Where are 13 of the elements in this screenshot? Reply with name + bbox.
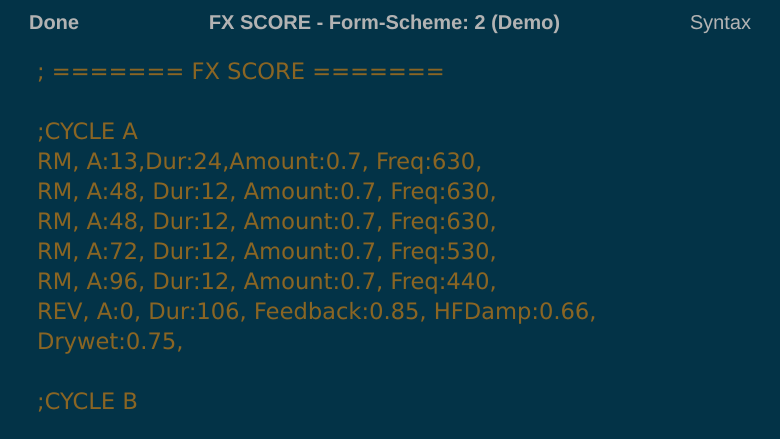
code-line: REV, A:0, Dur:106, Feedback:0.85, HFDamp:0.66,: [37, 298, 598, 327]
code-line: RM, A:13,Dur:24,Amount:0.7, Freq:630,: [37, 148, 484, 177]
code-line: Drywet:0.75,: [37, 328, 184, 357]
code-line: RM, A:48, Dur:12, Amount:0.7, Freq:630,: [37, 178, 498, 207]
code-line: ;CYCLE A: [37, 118, 139, 147]
code-line: ; ======= FX SCORE =======: [37, 58, 446, 87]
code-line: ;CYCLE B: [37, 388, 139, 417]
window-title: FX SCORE - Form-Scheme: 2 (Demo): [208, 10, 560, 36]
syntax-button[interactable]: Syntax: [690, 8, 751, 38]
code-line: RM, A:48, Dur:12, Amount:0.7, Freq:630,: [37, 208, 498, 237]
done-button[interactable]: Done: [29, 8, 79, 38]
code-line: RM, A:96, Dur:12, Amount:0.7, Freq:440,: [37, 268, 498, 297]
code-line: RM, A:72, Dur:12, Amount:0.7, Freq:530,: [37, 238, 498, 267]
